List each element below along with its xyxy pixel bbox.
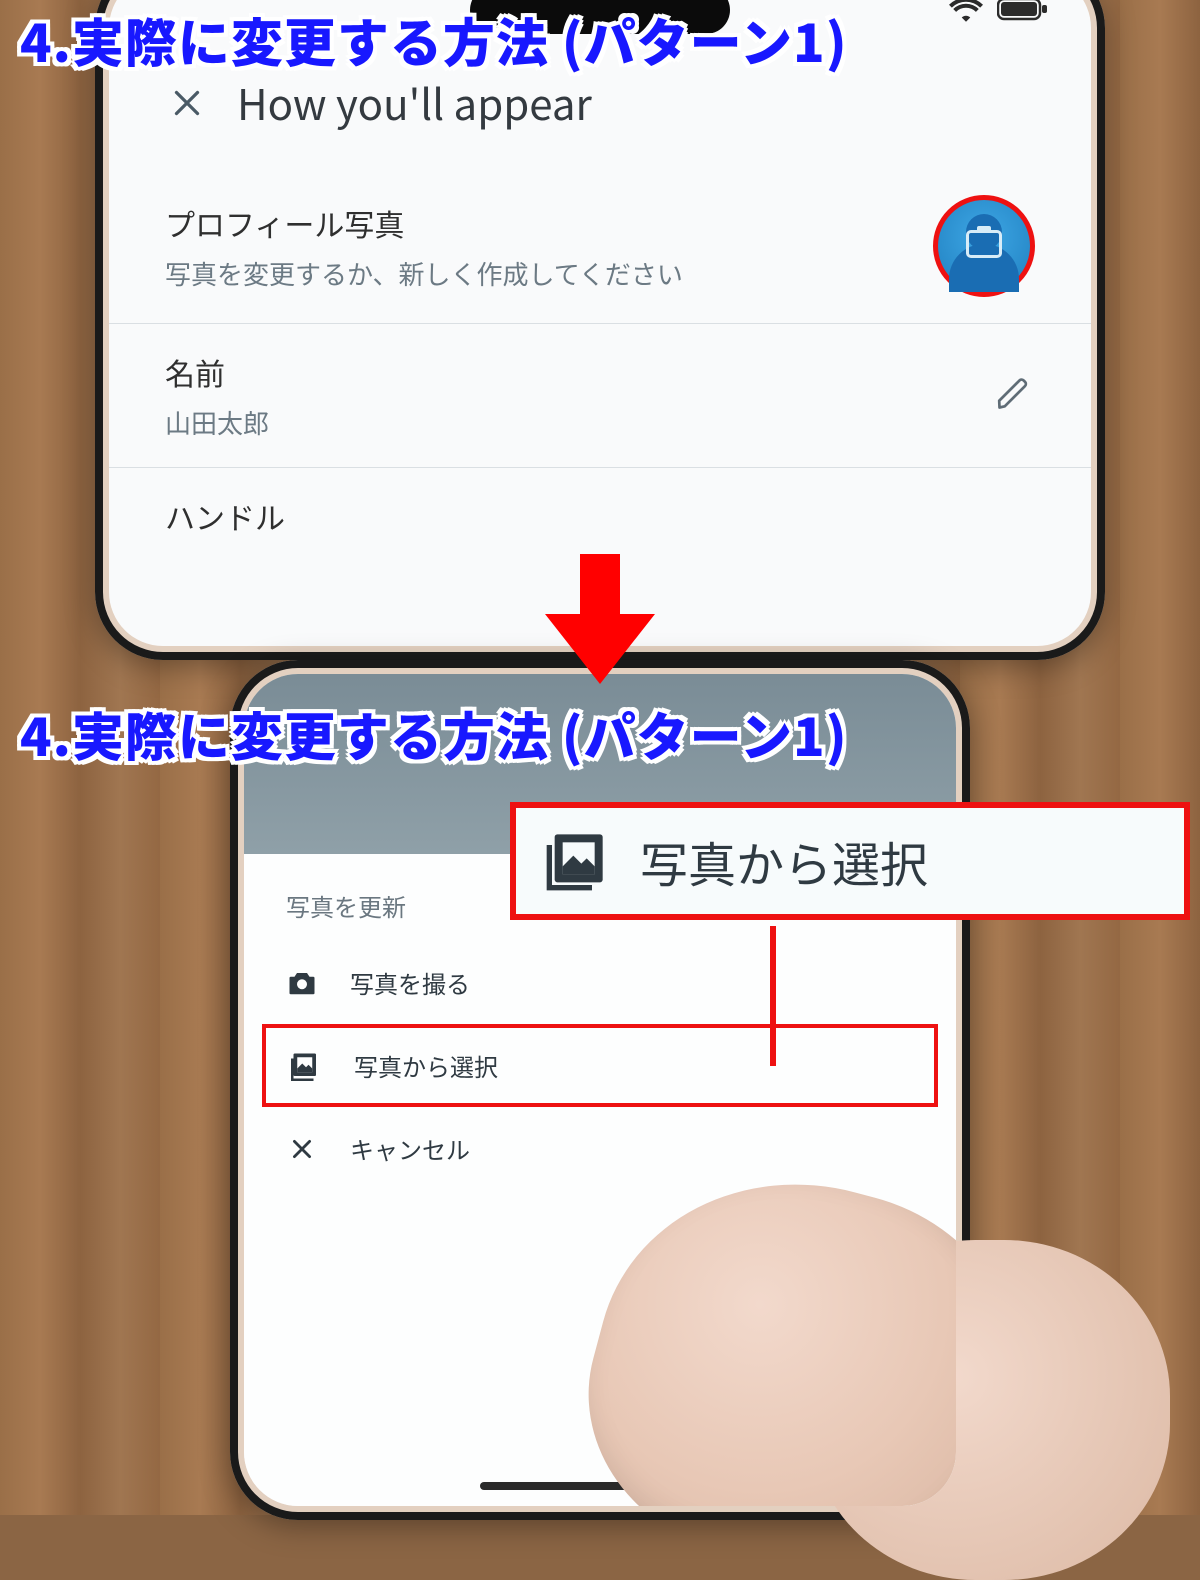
callout-label: 写真から選択 [640,826,928,896]
wifi-icon [949,0,983,22]
pencil-icon [995,376,1035,416]
cancel-option[interactable]: キャンセル [244,1107,956,1190]
close-icon [286,1133,318,1165]
handle-label: ハンドル [165,494,1035,538]
caption-bottom: 4.実際に変更する方法 (パターン1) [20,696,848,771]
camera-icon [966,230,1002,258]
page-title: How you'll appear [237,72,592,133]
choose-from-photos-label: 写真から選択 [354,1048,498,1083]
image-icon [290,1050,322,1082]
name-row[interactable]: 名前 山田太郎 [109,324,1091,468]
camera-icon [286,967,318,999]
profile-photo-label: プロフィール写真 [165,201,933,245]
profile-photo-row[interactable]: プロフィール写真 写真を変更するか、新しく作成してください [109,169,1091,324]
caption-top: 4.実際に変更する方法 (パターン1) [20,2,848,77]
cancel-label: キャンセル [350,1131,470,1166]
avatar-edit-button[interactable] [933,195,1035,297]
battery-icon [997,0,1049,22]
choose-from-photos-option[interactable]: 写真から選択 [262,1024,938,1107]
down-arrow-icon [545,554,655,684]
name-label: 名前 [165,350,995,394]
take-photo-label: 写真を撮る [350,965,470,1000]
name-value: 山田太郎 [165,404,995,441]
callout-connector [770,926,776,1066]
status-bar [949,0,1049,22]
take-photo-option[interactable]: 写真を撮る [244,941,956,1024]
profile-photo-subtitle: 写真を変更するか、新しく作成してください [165,255,933,292]
close-button[interactable] [165,81,209,125]
callout-box: 写真から選択 [510,802,1190,920]
image-icon [544,829,608,893]
phone-frame-bottom: 写真を更新 写真を撮る 写真から選択 キャンセル [230,660,970,1520]
